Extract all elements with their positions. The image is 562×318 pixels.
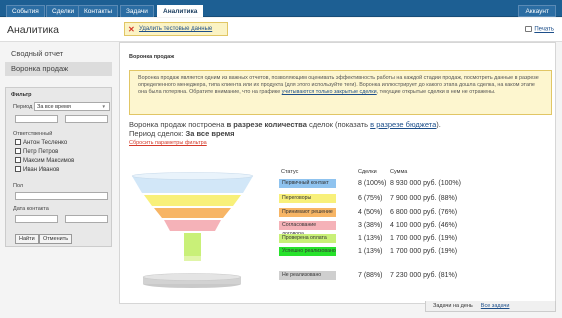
stage-deals: 1 (13%) [358, 248, 383, 255]
funnel-segment-4 [164, 220, 221, 231]
print-link[interactable]: Печать [525, 26, 554, 33]
stage-sum: 6 800 000 руб. (76%) [390, 209, 458, 216]
stage-sum: 1 700 000 руб. (19%) [390, 235, 458, 242]
checkbox-icon [15, 166, 21, 172]
period-select[interactable]: За все время ▼ [34, 102, 110, 111]
user-name: Иван Иванов [23, 167, 60, 173]
funnel-segment-2 [144, 195, 241, 206]
cancel-button[interactable]: Отменить [39, 234, 73, 244]
user-checkbox[interactable]: Антон Тесленко [15, 139, 67, 147]
stage-sum: 7 230 000 руб. (81%) [390, 272, 458, 279]
find-button[interactable]: Найти [15, 234, 39, 244]
gender-label: Пол [13, 183, 24, 189]
report-panel: Воронка продаж Воронка продаж является о… [119, 42, 556, 304]
filter-panel: Фильтр Период За все время ▼ Ответственн… [5, 87, 112, 247]
contact-date-from-input[interactable] [15, 215, 58, 223]
stage-sum: 7 900 000 руб. (88%) [390, 195, 458, 202]
stage-deals: 3 (38%) [358, 222, 383, 229]
period-select-value: За все время [37, 104, 71, 110]
funnel-chart [131, 172, 254, 288]
user-name: Максим Максимов [23, 158, 75, 164]
stage-deals: 6 (75%) [358, 195, 383, 202]
checkbox-icon [15, 157, 21, 163]
contact-date-label: Дата контакта [13, 206, 49, 212]
chevron-down-icon: ▼ [101, 104, 106, 109]
stage-badge: Согласование договора [279, 221, 336, 237]
tab-contacts[interactable]: Контакты [78, 5, 119, 17]
daily-tasks-bar[interactable]: Задачи на день Все задачи [425, 301, 556, 312]
stage-deals: 4 (50%) [358, 209, 383, 216]
column-header-status: Статус [281, 169, 299, 175]
funnel-segment-1-top [131, 172, 254, 180]
lost-disc-top [142, 273, 242, 281]
funnel-shapes [131, 172, 254, 288]
period-label: Период [13, 104, 33, 110]
checkbox-icon [15, 139, 21, 145]
period-from-input[interactable] [15, 115, 58, 123]
stage-sum: 8 930 000 руб. (100%) [390, 180, 461, 187]
stage-sum: 4 100 000 руб. (46%) [390, 222, 458, 229]
column-header-sum: Сумма [390, 169, 408, 175]
stage-sum: 1 700 000 руб. (19%) [390, 248, 458, 255]
all-tasks-link[interactable]: Все задачи [481, 303, 510, 309]
user-name: Петр Петров [23, 149, 59, 155]
top-nav-bar: События Сделки Контакты Задачи Аналитика… [0, 0, 562, 17]
user-name: Антон Тесленко [23, 140, 68, 146]
delete-demo-data-label: Удалить тестовые данные [139, 26, 213, 32]
page-title: Аналитика [7, 24, 59, 36]
tasks-label: Задачи на день [433, 303, 473, 309]
responsible-label: Ответственный [13, 131, 53, 137]
stage-badge: Успешно реализовано [279, 247, 336, 256]
sidebar-item-sales-funnel[interactable]: Воронка продаж [5, 62, 112, 76]
page-header: Аналитика ✕ Удалить тестовые данные Печа… [0, 18, 562, 42]
sidebar-item-summary-report[interactable]: Сводный отчет [5, 47, 112, 61]
period-to-input[interactable] [65, 115, 108, 123]
checkbox-icon [15, 148, 21, 154]
stage-deals: 7 (88%) [358, 272, 383, 279]
printer-icon [525, 26, 533, 32]
funnel-segment-3 [154, 208, 231, 218]
user-checkbox[interactable]: Петр Петров [15, 148, 58, 156]
funnel-segment-6 [184, 256, 201, 261]
stage-badge: Не реализовано [279, 271, 336, 280]
column-header-deals: Сделки [358, 169, 377, 175]
user-checkbox[interactable]: Иван Иванов [15, 166, 59, 174]
account-button[interactable]: Аккаунт [518, 5, 556, 17]
contact-date-to-input[interactable] [65, 215, 108, 223]
filter-title: Фильтр [11, 92, 32, 98]
stage-deals: 8 (100%) [358, 180, 387, 187]
stage-badge: Проверена оплата [279, 234, 336, 243]
close-icon: ✕ [128, 25, 135, 34]
sidebar: Сводный отчет Воронка продаж Фильтр Пери… [0, 42, 119, 318]
stage-badge: Первичный контакт [279, 179, 336, 188]
stage-badge: Переговоры [279, 194, 336, 203]
tab-analytics[interactable]: Аналитика [157, 5, 204, 17]
delete-demo-data-button[interactable]: ✕ Удалить тестовые данные [124, 22, 228, 36]
stage-badge: Принимают решение [279, 208, 336, 217]
print-label: Печать [534, 26, 554, 33]
tab-deals[interactable]: Сделки [46, 5, 81, 17]
tab-events[interactable]: События [6, 5, 45, 17]
user-checkbox[interactable]: Максим Максимов [15, 157, 74, 165]
tab-tasks[interactable]: Задачи [120, 5, 154, 17]
stage-deals: 1 (13%) [358, 235, 383, 242]
funnel-segment-5 [184, 233, 201, 256]
gender-input[interactable] [15, 192, 108, 200]
